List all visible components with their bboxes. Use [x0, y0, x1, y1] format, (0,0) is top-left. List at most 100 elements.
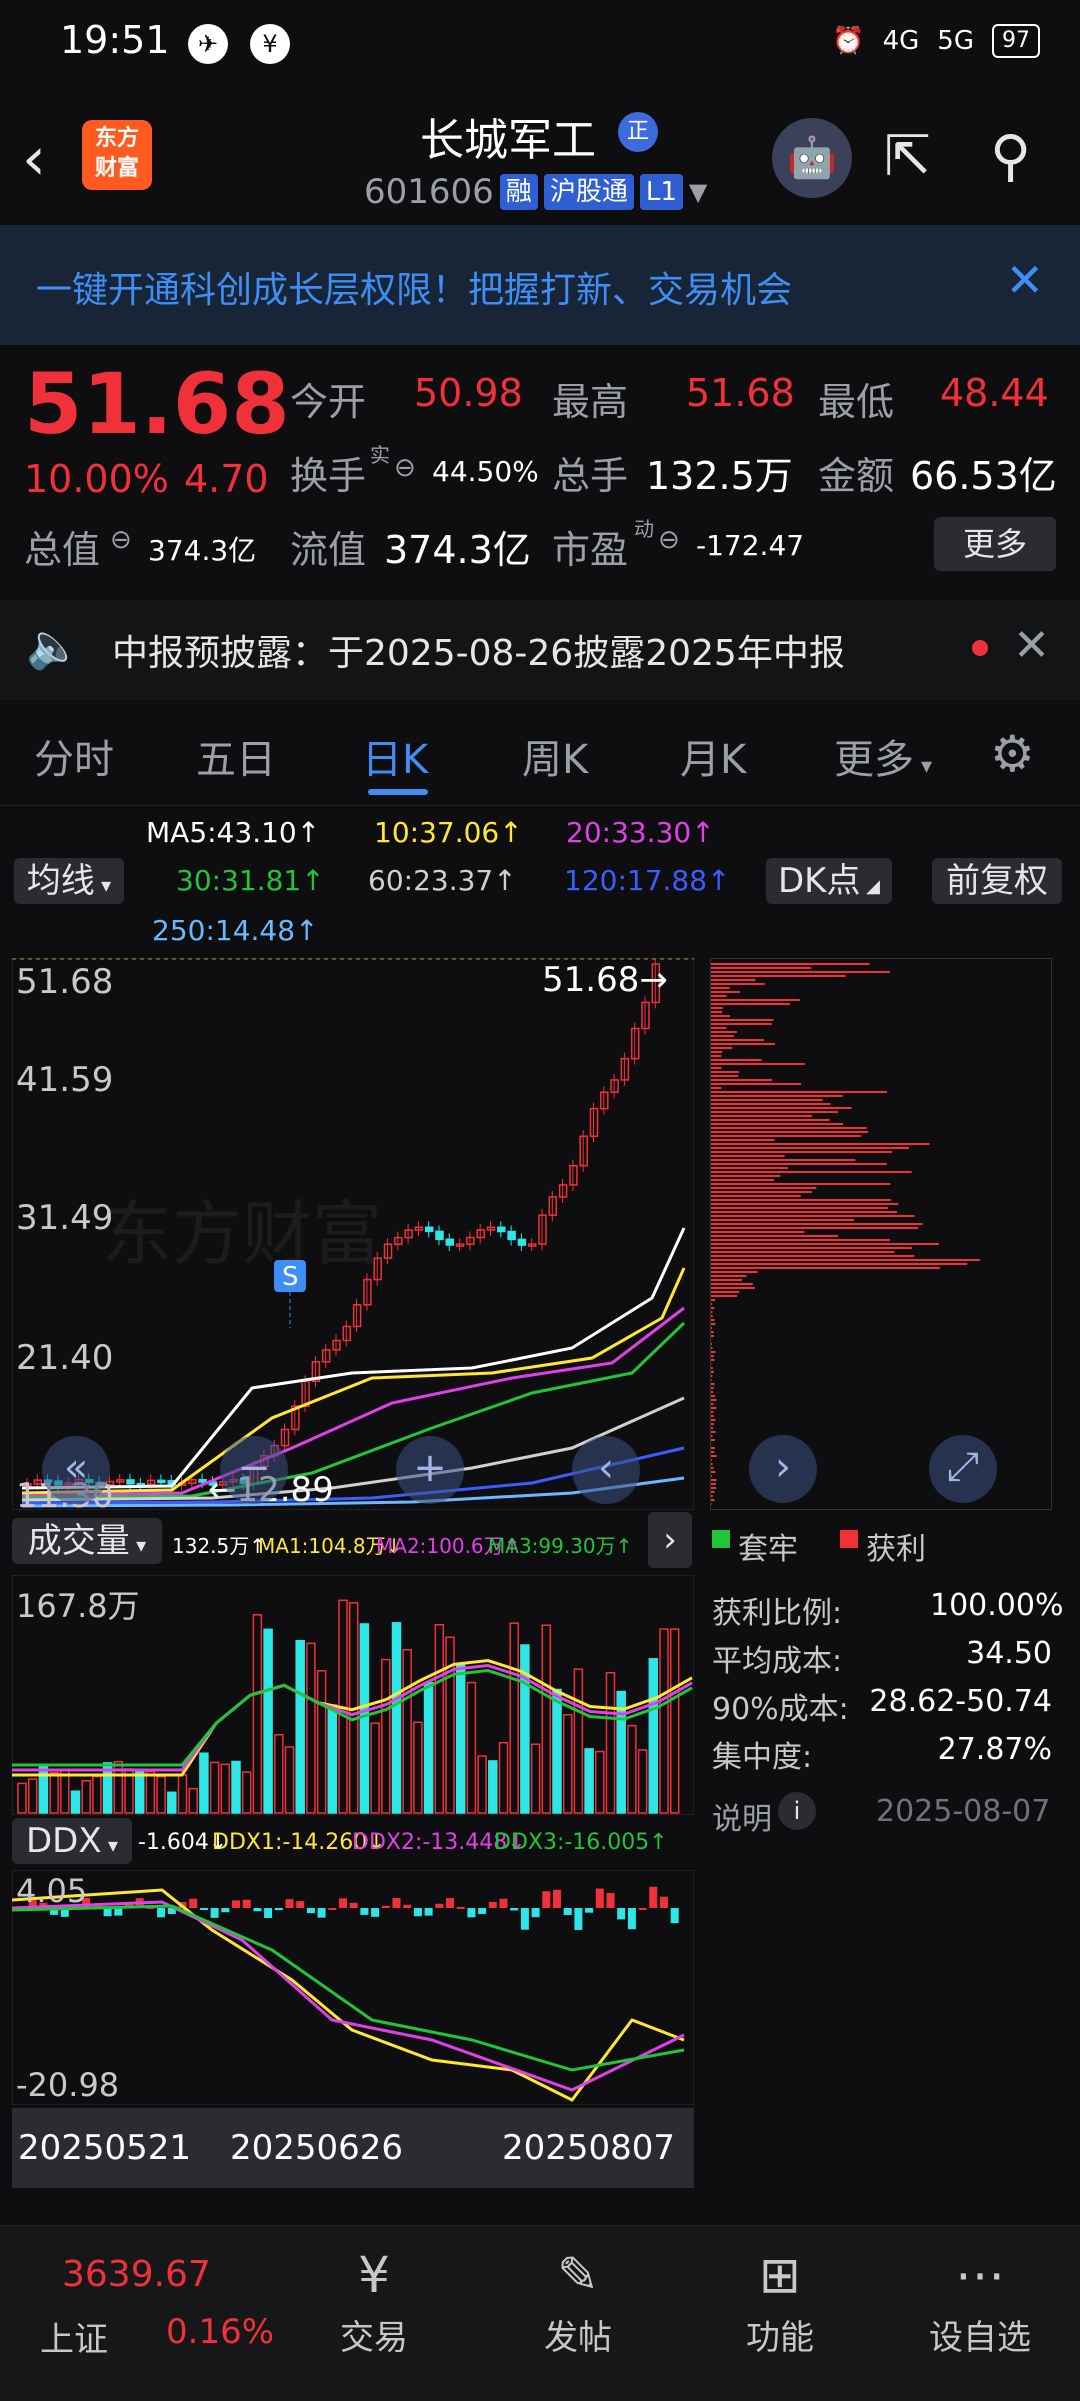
chip-bar — [711, 1119, 830, 1121]
nav-watchlist[interactable]: ⋯ 设自选 — [910, 2240, 1050, 2359]
change-percent: 10.00% — [24, 457, 169, 501]
chip-bar — [711, 1187, 816, 1189]
chip-bar — [711, 1499, 715, 1501]
volume-bar — [649, 1659, 657, 1813]
close-icon[interactable]: ✕ — [1013, 620, 1050, 671]
chip-bar — [711, 1111, 838, 1113]
chip-bar — [711, 1135, 861, 1137]
chip-bar — [711, 983, 765, 985]
chip-bar — [711, 1487, 716, 1489]
s-marker-text: S — [282, 1262, 299, 1292]
nav-trade[interactable]: ¥ 交易 — [304, 2240, 444, 2359]
dk-point-button[interactable]: DK点 ◢ — [766, 858, 892, 904]
legend-profit-label: 获利 — [866, 1524, 926, 1568]
tab-weekly-k[interactable]: 周K — [522, 727, 588, 785]
status-right: ⏰ 4G 5G 97 — [832, 24, 1040, 58]
robot-assistant-icon[interactable]: 🤖 — [772, 118, 852, 198]
chip-bar — [711, 1403, 713, 1405]
chip-bar — [711, 971, 890, 973]
ddx-bar — [157, 1908, 165, 1917]
promo-banner[interactable]: 一键开通科创成长层权限！把握打新、交易机会 ✕ — [0, 225, 1080, 345]
chip-bar — [711, 1463, 713, 1465]
chip-bar — [711, 1203, 898, 1205]
gear-icon[interactable]: ⚙ — [990, 725, 1035, 783]
app-logo[interactable]: 东方财富 — [82, 120, 152, 190]
alarm-icon: ⏰ — [832, 26, 864, 56]
tab-intraday[interactable]: 分时 — [34, 727, 114, 785]
k-line-svg[interactable]: 东方财富 S — [12, 958, 694, 1510]
search-icon[interactable]: ⚲ — [990, 124, 1031, 189]
float-value: 374.3亿 — [384, 519, 531, 574]
stock-code-row[interactable]: 601606 融 沪股通 L1 ▼ — [364, 172, 707, 212]
zoom-out-icon[interactable]: − — [220, 1436, 288, 1504]
step-left-icon[interactable]: ‹ — [572, 1436, 640, 1504]
index-value[interactable]: 3639.67 — [62, 2254, 211, 2295]
tab-daily-k[interactable]: 日K — [362, 727, 428, 785]
chip-bar — [711, 1451, 714, 1453]
nav-function[interactable]: ⊞ 功能 — [710, 2240, 850, 2359]
chip-bar — [711, 1383, 715, 1385]
close-icon[interactable]: ✕ — [1005, 253, 1044, 307]
chip-distribution[interactable]: › ⤢ — [710, 958, 1052, 1510]
note-label[interactable]: 说明 — [712, 1794, 772, 1838]
zoom-in-icon[interactable]: + — [396, 1436, 464, 1504]
ddx-bar — [500, 1899, 508, 1908]
share-icon[interactable]: ⇱ — [884, 124, 931, 189]
chip-bar — [711, 1399, 716, 1401]
more-button[interactable]: 更多 — [934, 517, 1056, 571]
ddx-bar — [328, 1908, 336, 1910]
ddx-indicator-select[interactable]: DDX ▾ — [12, 1818, 132, 1864]
scroll-left-icon[interactable]: « — [42, 1436, 110, 1504]
ddx3-value: DDX3:-16.005↑ — [494, 1830, 668, 1855]
notice-bar[interactable]: 🔈 中报预披露：于2025-08-26披露2025年中报 ✕ — [0, 600, 1080, 700]
back-icon[interactable]: ‹ — [22, 124, 46, 194]
bottom-nav: 3639.67 上证 0.16% ¥ 交易 ✎ 发帖 ⊞ 功能 ⋯ 设自选 — [0, 2225, 1080, 2401]
chip-bar — [711, 1015, 730, 1017]
chip-bar — [711, 1103, 831, 1105]
chip-bar — [711, 1447, 715, 1449]
indicator-select[interactable]: 均线 ▾ — [14, 858, 124, 904]
chip-bar — [711, 1291, 739, 1293]
volume-chart[interactable]: 167.8万 — [12, 1575, 694, 1815]
chip-bar — [711, 1287, 755, 1289]
cost90-label: 90%成本: — [712, 1684, 849, 1728]
tab-more[interactable]: 更多 ▾ — [834, 727, 932, 785]
info-icon[interactable]: i — [778, 1792, 816, 1830]
open-label: 今开 — [290, 371, 366, 426]
ddx-bar — [478, 1908, 486, 1914]
tab-five-day[interactable]: 五日 — [196, 727, 276, 785]
index-percent[interactable]: 0.16% — [166, 2312, 274, 2352]
chip-bar — [711, 1087, 722, 1089]
volume-label: 总手 — [552, 445, 628, 500]
float-label: 流值 — [290, 519, 366, 574]
info-icon[interactable]: ⊖ — [110, 525, 132, 555]
volume-bar — [39, 1765, 47, 1813]
chip-bar — [711, 1183, 890, 1185]
turnover-sup: 实 — [370, 439, 390, 468]
mcap-label: 总值 — [24, 519, 100, 574]
tab-monthly-k[interactable]: 月K — [680, 727, 746, 785]
info-icon[interactable]: ⊖ — [394, 453, 416, 483]
ma10-value: 10:37.06↑ — [374, 816, 523, 849]
chip-bar — [711, 1147, 909, 1149]
info-icon[interactable]: ⊖ — [658, 525, 680, 555]
volume-indicator-select[interactable]: 成交量 ▾ — [12, 1518, 162, 1564]
chip-bars — [711, 963, 980, 1505]
chevron-right-icon[interactable]: › — [648, 1512, 692, 1568]
chip-bar — [711, 1307, 714, 1309]
chip-bar — [711, 1491, 715, 1493]
ddx-chart[interactable]: 4.05 -20.98 — [12, 1870, 694, 2105]
nav-trade-label: 交易 — [304, 2310, 444, 2359]
adjust-select[interactable]: 前复权 — [932, 858, 1062, 904]
expand-icon[interactable]: ⤢ — [929, 1435, 997, 1503]
banner-text[interactable]: 一键开通科创成长层权限！把握打新、交易机会 — [36, 261, 792, 313]
notice-text[interactable]: 中报预披露：于2025-08-26披露2025年中报 — [112, 624, 845, 676]
change-amount: 4.70 — [184, 457, 269, 501]
k-line-chart[interactable]: 东方财富 S 51.68 41.59 31.49 21.40 11.30 51.… — [12, 958, 694, 1510]
ddx-bar — [596, 1889, 604, 1908]
chip-bar — [711, 1107, 852, 1109]
nav-post[interactable]: ✎ 发帖 — [508, 2240, 648, 2359]
index-name[interactable]: 上证 — [40, 2312, 108, 2361]
chevron-right-icon[interactable]: › — [749, 1435, 817, 1503]
tag-margin: 融 — [500, 174, 538, 210]
